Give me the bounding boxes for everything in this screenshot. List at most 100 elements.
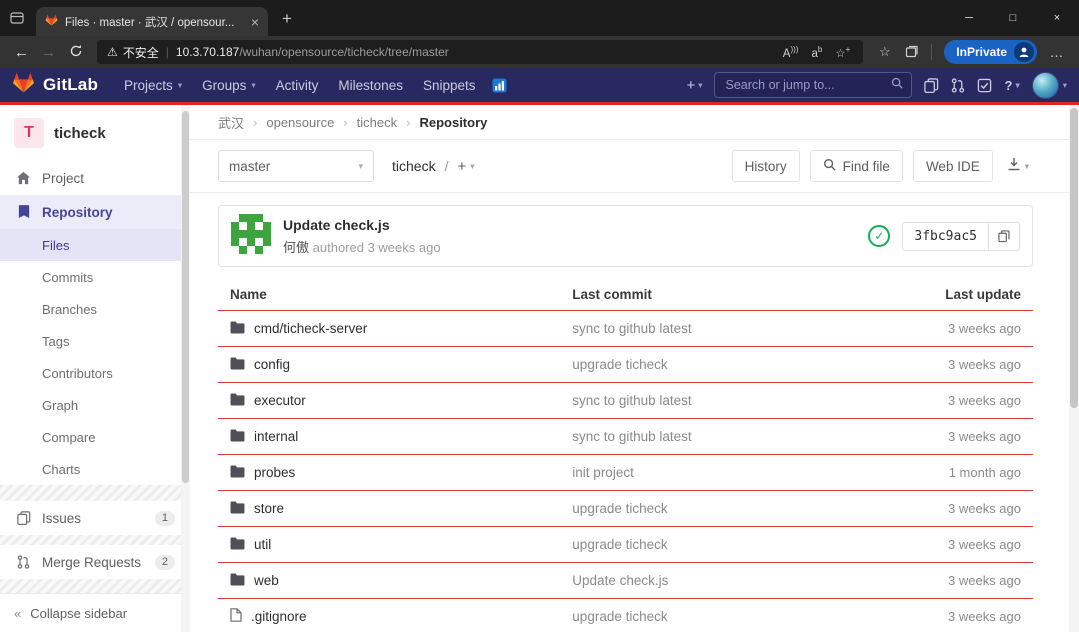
sidebar-item-repository[interactable]: Repository [0, 195, 190, 229]
commit-author[interactable]: 何傲 [283, 240, 309, 255]
url-text[interactable]: 10.3.70.187/wuhan/opensource/ticheck/tre… [176, 45, 773, 59]
forward-button[interactable]: → [35, 45, 62, 60]
refresh-button[interactable] [62, 44, 89, 61]
file-table-row[interactable]: web Update check.js 3 weeks ago [218, 563, 1033, 599]
file-table-row[interactable]: store upgrade ticheck 3 weeks ago [218, 491, 1033, 527]
commit-message-link[interactable]: sync to github latest [572, 429, 691, 444]
back-button[interactable]: ← [8, 45, 35, 60]
sidebar-item-graph[interactable]: Graph [0, 389, 190, 421]
page-scrollbar-thumb[interactable] [1070, 108, 1078, 408]
file-name-cell: probes [218, 455, 560, 491]
file-table-row[interactable]: config upgrade ticheck 3 weeks ago [218, 347, 1033, 383]
maximize-button[interactable]: □ [991, 0, 1035, 36]
web-ide-button[interactable]: Web IDE [913, 150, 993, 182]
download-source-button[interactable]: ▾ [1003, 157, 1033, 176]
commit-message-link[interactable]: upgrade ticheck [572, 501, 667, 516]
todos-icon[interactable] [977, 78, 992, 93]
commit-title-link[interactable]: Update check.js [283, 217, 441, 233]
sidebar-item-branches[interactable]: Branches [0, 293, 190, 325]
add-file-button[interactable]: +▾ [457, 158, 474, 175]
file-name-link[interactable]: util [254, 537, 271, 552]
history-button[interactable]: History [732, 150, 800, 182]
sidebar-item-files[interactable]: Files [0, 229, 190, 261]
search-input[interactable] [723, 77, 885, 93]
browser-titlebar: Files · master · 武汉 / opensour... × + ─ … [0, 0, 1079, 36]
file-table-row[interactable]: .gitignore upgrade ticheck 3 weeks ago [218, 599, 1033, 632]
merge-requests-icon[interactable] [951, 78, 965, 93]
commit-message-link[interactable]: init project [572, 465, 634, 480]
tab-close-icon[interactable]: × [251, 15, 259, 29]
commit-message-link[interactable]: upgrade ticheck [572, 537, 667, 552]
pipeline-status-icon[interactable]: ✓ [868, 225, 890, 247]
breadcrumb-subgroup[interactable]: opensource [266, 115, 334, 130]
new-tab-button[interactable]: + [282, 10, 292, 27]
file-name-link[interactable]: web [254, 573, 279, 588]
address-bar[interactable]: ⚠ 不安全 | 10.3.70.187/wuhan/opensource/tic… [97, 40, 863, 64]
nav-snippets[interactable]: Snippets [413, 78, 486, 93]
minimize-button[interactable]: ─ [947, 0, 991, 36]
user-avatar[interactable] [1032, 72, 1059, 99]
file-name-link[interactable]: executor [254, 393, 306, 408]
file-name-link[interactable]: internal [254, 429, 298, 444]
user-menu[interactable]: ▾ [1032, 72, 1067, 99]
sidebar-item-contributors[interactable]: Contributors [0, 357, 190, 389]
search-box[interactable] [714, 72, 912, 98]
inprivate-label: InPrivate [956, 45, 1007, 59]
sidebar-item-project[interactable]: Project [0, 161, 190, 195]
close-window-button[interactable]: × [1035, 0, 1079, 36]
browser-tab[interactable]: Files · master · 武汉 / opensour... × [36, 7, 268, 36]
commit-message-link[interactable]: sync to github latest [572, 321, 691, 336]
security-warning[interactable]: ⚠ 不安全 [107, 44, 159, 61]
breadcrumb-project[interactable]: ticheck [357, 115, 397, 130]
inprivate-badge[interactable]: InPrivate [944, 40, 1037, 64]
commit-message-link[interactable]: sync to github latest [572, 393, 691, 408]
sidebar-item-merge-requests[interactable]: Merge Requests 2 [0, 545, 190, 579]
read-aloud-icon[interactable]: A))) [780, 45, 802, 60]
file-table-row[interactable]: cmd/ticheck-server sync to github latest… [218, 311, 1033, 347]
collapse-sidebar-button[interactable]: « Collapse sidebar [0, 593, 190, 632]
nav-projects[interactable]: Projects▾ [114, 78, 192, 93]
commit-message-link[interactable]: Update check.js [572, 573, 668, 588]
translate-icon[interactable]: ab [808, 45, 825, 60]
commit-author-identicon[interactable] [231, 214, 271, 259]
sidebar-item-commits[interactable]: Commits [0, 261, 190, 293]
file-table-row[interactable]: util upgrade ticheck 3 weeks ago [218, 527, 1033, 563]
file-name-link[interactable]: .gitignore [251, 609, 307, 624]
commit-message-link[interactable]: upgrade ticheck [572, 357, 667, 372]
tab-actions-icon[interactable] [0, 11, 28, 25]
commit-message-link[interactable]: upgrade ticheck [572, 609, 667, 624]
copy-sha-button[interactable] [989, 222, 1020, 251]
file-name-link[interactable]: cmd/ticheck-server [254, 321, 367, 336]
file-table-row[interactable]: executor sync to github latest 3 weeks a… [218, 383, 1033, 419]
nav-groups[interactable]: Groups▾ [192, 78, 266, 93]
sidebar-scrollbar[interactable] [181, 105, 190, 632]
issues-icon[interactable] [924, 78, 939, 93]
gitlab-home-link[interactable]: GitLab [12, 72, 98, 98]
nav-milestones[interactable]: Milestones [328, 78, 413, 93]
page: T ticheck Project Repository Files Commi… [0, 105, 1079, 632]
page-scrollbar[interactable] [1069, 105, 1079, 632]
find-file-button[interactable]: Find file [810, 150, 903, 182]
file-table-row[interactable]: internal sync to github latest 3 weeks a… [218, 419, 1033, 455]
new-menu-button[interactable]: +▾ [686, 77, 702, 94]
sidebar-scrollbar-thumb[interactable] [182, 111, 189, 483]
collections-icon[interactable] [898, 44, 925, 61]
file-table-row[interactable]: probes init project 1 month ago [218, 455, 1033, 491]
file-name-link[interactable]: config [254, 357, 290, 372]
sidebar-item-tags[interactable]: Tags [0, 325, 190, 357]
sidebar-item-charts[interactable]: Charts [0, 453, 190, 485]
repo-path-project[interactable]: ticheck [392, 158, 436, 174]
add-favorite-icon[interactable]: ☆+ [832, 45, 853, 60]
favorites-bar-icon[interactable]: ☆ [871, 44, 898, 60]
sidebar-item-compare[interactable]: Compare [0, 421, 190, 453]
chart-icon[interactable] [492, 78, 507, 93]
file-name-link[interactable]: store [254, 501, 284, 516]
sidebar-item-issues[interactable]: Issues 1 [0, 501, 190, 535]
nav-activity[interactable]: Activity [266, 78, 329, 93]
breadcrumb-group[interactable]: 武汉 [218, 113, 244, 132]
branch-selector[interactable]: master ▾ [218, 150, 374, 182]
browser-menu-icon[interactable]: … [1043, 44, 1071, 60]
project-header[interactable]: T ticheck [0, 105, 190, 161]
file-name-link[interactable]: probes [254, 465, 295, 480]
help-menu[interactable]: ?▾ [1004, 78, 1019, 93]
